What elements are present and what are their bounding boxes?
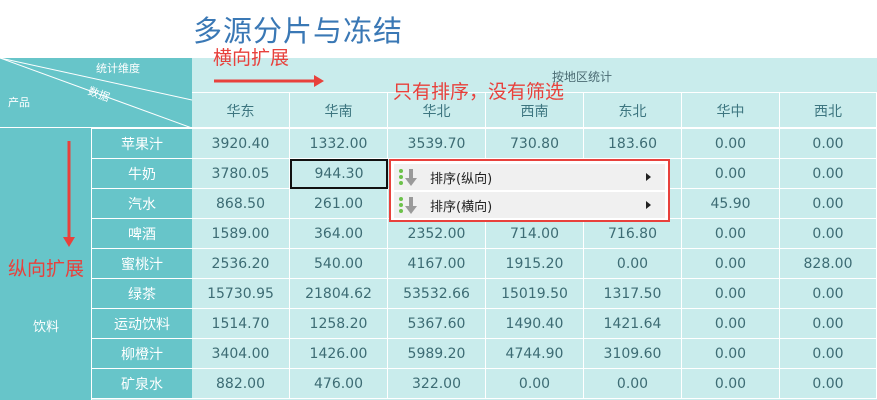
sort-only-note: 只有排序，没有筛选	[393, 81, 565, 103]
table-cell[interactable]: 0.00	[584, 249, 682, 279]
corner-header: 统计维度 数据 产品	[0, 58, 192, 128]
vertical-expand-label: 纵向扩展	[8, 258, 85, 280]
table-cell[interactable]: 730.80	[486, 129, 584, 159]
row-header[interactable]: 柳橙汁	[92, 339, 192, 369]
column-header[interactable]: 东北	[584, 93, 682, 128]
table-cell[interactable]: 0.00	[682, 129, 780, 159]
row-header[interactable]: 苹果汁	[92, 129, 192, 159]
row-header[interactable]: 牛奶	[92, 159, 192, 189]
submenu-arrow-icon	[646, 173, 651, 181]
table-cell[interactable]: 53532.66	[388, 279, 486, 309]
table-cell[interactable]: 3539.70	[388, 129, 486, 159]
column-header[interactable]: 华南	[290, 93, 388, 128]
table-cell[interactable]: 0.00	[780, 159, 877, 189]
table-cell[interactable]: 1426.00	[290, 339, 388, 369]
table-cell[interactable]: 882.00	[192, 369, 290, 399]
table-cell[interactable]: 1490.40	[486, 309, 584, 339]
row-header[interactable]: 绿茶	[92, 279, 192, 309]
table-cell[interactable]: 3109.60	[584, 339, 682, 369]
table-cell[interactable]: 5367.60	[388, 309, 486, 339]
table-cell[interactable]: 1317.50	[584, 279, 682, 309]
table-cell[interactable]: 3404.00	[192, 339, 290, 369]
table-cell[interactable]: 716.80	[584, 219, 682, 249]
table-cell[interactable]: 0.00	[780, 369, 877, 399]
context-menu: 排序(纵向) 排序(横向)	[389, 159, 670, 222]
row-header[interactable]: 啤酒	[92, 219, 192, 249]
table-cell[interactable]: 1589.00	[192, 219, 290, 249]
column-header[interactable]: 华东	[192, 93, 290, 128]
table-cell[interactable]: 3780.05	[192, 159, 290, 189]
column-header[interactable]: 华中	[682, 93, 780, 128]
table-cell[interactable]: 15730.95	[192, 279, 290, 309]
table-cell[interactable]: 0.00	[682, 339, 780, 369]
horizontal-expand-label: 横向扩展	[213, 47, 290, 69]
table-cell[interactable]: 0.00	[780, 189, 877, 219]
table-cell[interactable]: 868.50	[192, 189, 290, 219]
table-cell[interactable]: 0.00	[780, 129, 877, 159]
table-cell[interactable]: 0.00	[682, 279, 780, 309]
table-cell[interactable]: 1514.70	[192, 309, 290, 339]
table-cell[interactable]: 0.00	[682, 369, 780, 399]
table-cell[interactable]: 1258.20	[290, 309, 388, 339]
menu-item-label: 排序(纵向)	[430, 171, 493, 187]
table-cell[interactable]: 1421.64	[584, 309, 682, 339]
table-cell[interactable]: 3920.40	[192, 129, 290, 159]
table-cell[interactable]: 0.00	[682, 309, 780, 339]
table-cell[interactable]: 261.00	[290, 189, 388, 219]
table-cell[interactable]: 714.00	[486, 219, 584, 249]
submenu-arrow-icon	[646, 201, 651, 209]
table-cell[interactable]: 4167.00	[388, 249, 486, 279]
corner-stat-dim-label: 统计维度	[96, 62, 140, 75]
table-cell[interactable]: 540.00	[290, 249, 388, 279]
category-label: 饮料	[32, 320, 59, 335]
corner-product-label: 产品	[8, 96, 30, 109]
table-cell[interactable]: 476.00	[290, 369, 388, 399]
table-cell[interactable]: 0.00	[682, 219, 780, 249]
vertical-arrow	[63, 141, 75, 247]
table-cell[interactable]: 0.00	[780, 279, 877, 309]
table-cell[interactable]: 0.00	[486, 369, 584, 399]
table-cell[interactable]: 5989.20	[388, 339, 486, 369]
horizontal-arrow	[214, 75, 324, 87]
sort-icon	[399, 197, 417, 214]
table-cell[interactable]: 45.90	[682, 189, 780, 219]
table-cell[interactable]: 0.00	[780, 309, 877, 339]
table-cell[interactable]: 4744.90	[486, 339, 584, 369]
table-cell[interactable]: 364.00	[290, 219, 388, 249]
row-header[interactable]: 运动饮料	[92, 309, 192, 339]
table-cell[interactable]: 0.00	[682, 249, 780, 279]
table-cell[interactable]: 0.00	[584, 369, 682, 399]
table-cell[interactable]: 1915.20	[486, 249, 584, 279]
table-cell[interactable]: 1332.00	[290, 129, 388, 159]
table-cell[interactable]: 183.60	[584, 129, 682, 159]
row-header[interactable]: 蜜桃汁	[92, 249, 192, 279]
row-header[interactable]: 汽水	[92, 189, 192, 219]
table-cell[interactable]: 15019.50	[486, 279, 584, 309]
table-cell[interactable]: 0.00	[780, 339, 877, 369]
column-header[interactable]: 西北	[780, 93, 877, 128]
table-cell[interactable]: 2536.20	[192, 249, 290, 279]
table-cell[interactable]: 2352.00	[388, 219, 486, 249]
table-cell[interactable]: 21804.62	[290, 279, 388, 309]
menu-item-label: 排序(横向)	[430, 199, 493, 215]
table-cell[interactable]: 944.30	[290, 159, 388, 189]
menu-item-sort-vertical[interactable]: 排序(纵向)	[394, 164, 665, 190]
table-cell[interactable]: 828.00	[780, 249, 877, 279]
menu-item-sort-horizontal[interactable]: 排序(横向)	[394, 192, 665, 218]
row-header[interactable]: 矿泉水	[92, 369, 192, 399]
table-cell[interactable]: 0.00	[682, 159, 780, 189]
sort-icon	[399, 169, 417, 186]
table-cell[interactable]: 322.00	[388, 369, 486, 399]
table-cell[interactable]: 0.00	[780, 219, 877, 249]
